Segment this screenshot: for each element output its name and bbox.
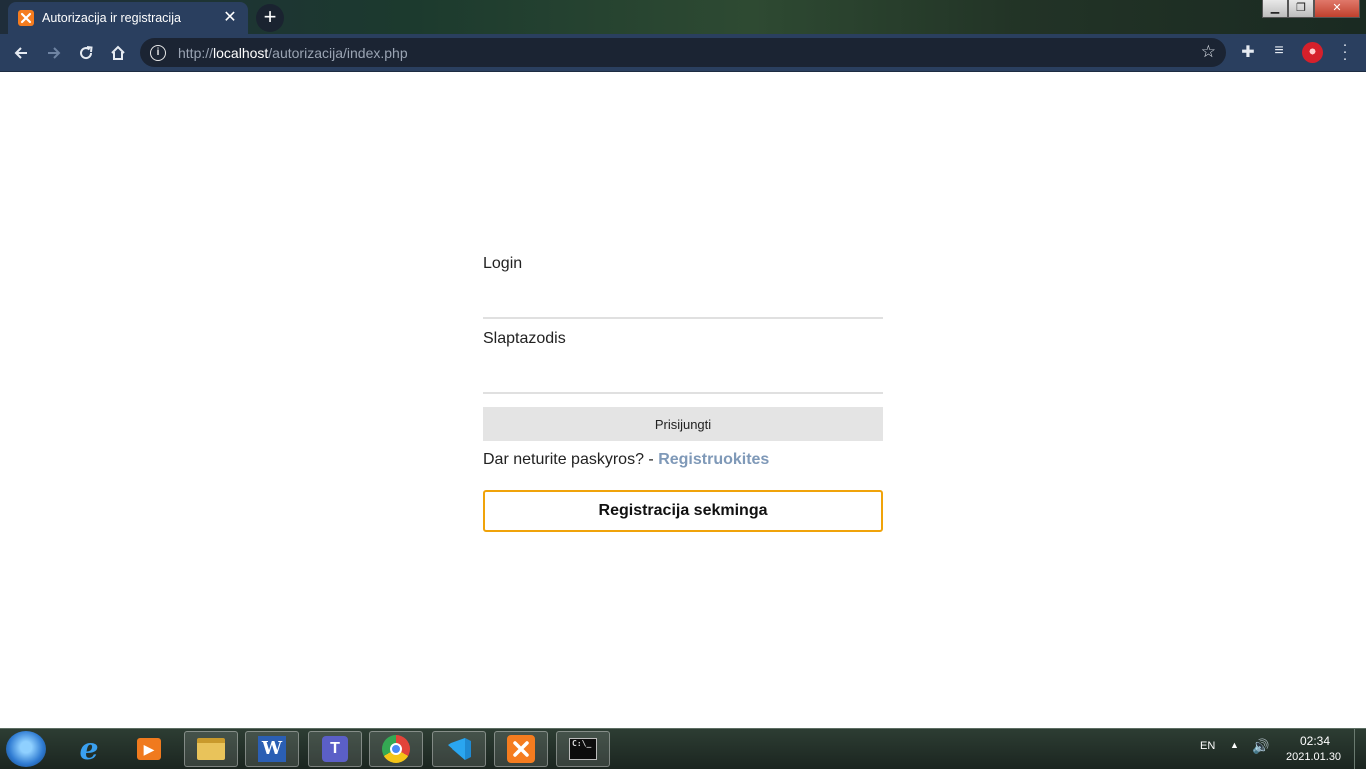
chrome-icon[interactable] <box>369 731 423 767</box>
browser-menu-icon[interactable]: · · · <box>1340 37 1350 66</box>
login-form: Login Slaptazodis Prisijungti Dar neturi… <box>483 255 883 532</box>
password-input[interactable] <box>483 354 883 394</box>
cmd-icon[interactable]: C:\_ <box>556 731 610 767</box>
extensions-puzzle-icon[interactable]: ✚ <box>1238 42 1258 62</box>
browser-toolbar: i http://localhost/autorizacija/index.ph… <box>0 34 1366 72</box>
url-text: http://localhost/autorizacija/index.php <box>178 44 408 61</box>
browser-titlebar: Autorizacija ir registracija ✕ + ▁ ❐ ✕ <box>0 0 1366 34</box>
site-info-icon[interactable]: i <box>150 44 166 61</box>
registration-success-message: Registracija sekminga <box>483 490 883 532</box>
address-bar[interactable]: i http://localhost/autorizacija/index.ph… <box>140 38 1226 67</box>
window-controls: ▁ ❐ ✕ <box>1262 0 1360 18</box>
vscode-icon[interactable] <box>432 731 486 767</box>
internet-explorer-icon[interactable]: e <box>62 731 116 767</box>
start-button-icon[interactable] <box>6 731 46 767</box>
profile-avatar-icon[interactable] <box>1302 42 1323 63</box>
no-account-text: Dar neturite paskyros? - <box>483 451 659 468</box>
browser-tab-active[interactable]: Autorizacija ir registracija ✕ <box>8 2 248 34</box>
minimize-button[interactable]: ▁ <box>1262 0 1288 18</box>
register-prompt: Dar neturite paskyros? - Registruokites <box>483 451 769 469</box>
maximize-button[interactable]: ❐ <box>1288 0 1314 18</box>
word-icon[interactable]: W <box>245 731 299 767</box>
teams-icon[interactable]: T <box>308 731 362 767</box>
login-label: Login <box>483 255 523 272</box>
login-submit-button[interactable]: Prisijungti <box>483 407 883 441</box>
file-explorer-icon[interactable] <box>184 731 238 767</box>
login-input[interactable] <box>483 279 883 319</box>
bookmark-star-icon[interactable]: ☆ <box>1201 42 1216 62</box>
password-label: Slaptazodis <box>483 330 566 347</box>
register-link[interactable]: Registruokites <box>658 451 769 468</box>
volume-icon[interactable]: 🔊 <box>1252 738 1269 755</box>
new-tab-button[interactable]: + <box>256 4 284 32</box>
language-indicator[interactable]: EN <box>1200 740 1215 752</box>
windows-taskbar: e ▶ W T C:\_ EN ▲ 🔊 02:34 2021.01.30 <box>0 728 1366 769</box>
show-hidden-icons-icon[interactable]: ▲ <box>1230 740 1239 750</box>
media-player-icon[interactable]: ▶ <box>122 731 176 767</box>
xampp-icon[interactable] <box>494 731 548 767</box>
home-icon[interactable] <box>105 40 131 66</box>
clock-date[interactable]: 2021.01.30 <box>1286 751 1341 763</box>
tab-close-icon[interactable]: ✕ <box>222 10 238 26</box>
show-desktop-button[interactable] <box>1354 729 1366 769</box>
xampp-favicon-icon <box>18 10 34 26</box>
forward-arrow-icon[interactable] <box>41 40 67 66</box>
media-queue-icon[interactable]: ≡ <box>1269 42 1289 60</box>
tab-title: Autorizacija ir registracija <box>42 11 181 25</box>
clock-time[interactable]: 02:34 <box>1300 734 1330 748</box>
close-window-button[interactable]: ✕ <box>1314 0 1360 18</box>
reload-icon[interactable] <box>73 40 99 66</box>
back-arrow-icon[interactable] <box>8 40 34 66</box>
